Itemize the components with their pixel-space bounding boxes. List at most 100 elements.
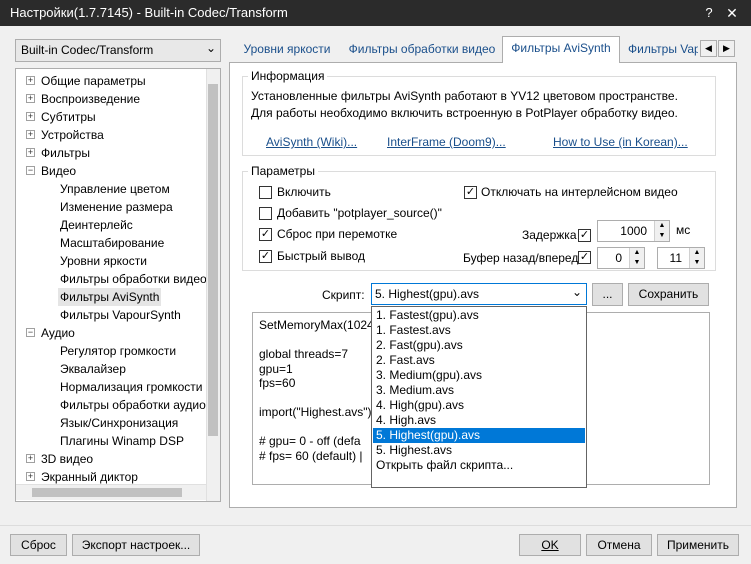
tree-item-label: Фильтры AviSynth (60, 290, 160, 304)
tree-item[interactable]: Нормализация громкости (58, 378, 204, 396)
cancel-button[interactable]: Отмена (586, 534, 652, 556)
tree-item[interactable]: Фильтры обработки аудио (58, 396, 208, 414)
tab-next-icon[interactable]: ▶ (718, 40, 735, 57)
spin-up-icon[interactable]: ▲ (630, 248, 644, 258)
collapse-icon[interactable]: − (26, 328, 35, 337)
reset-on-seek-checkbox[interactable]: ✓ (259, 228, 272, 241)
tree-item[interactable]: Видео (39, 162, 78, 180)
tree-vertical-scroll-thumb[interactable] (208, 84, 218, 436)
add-potplayer-source-label: Добавить "potplayer_source()" (277, 206, 442, 220)
tree-item[interactable]: Уровни яркости (58, 252, 149, 270)
tree-item[interactable]: Фильтры (39, 144, 92, 162)
tree-item[interactable]: Аудио (39, 324, 77, 342)
tree-item-label: Уровни яркости (60, 254, 147, 268)
how-to-use-link[interactable]: How to Use (in Korean)... (553, 135, 688, 149)
disable-interlaced-checkbox[interactable]: ✓ (464, 186, 477, 199)
enable-checkbox[interactable] (259, 186, 272, 199)
expand-icon[interactable]: + (26, 472, 35, 481)
buffer-back-spinner[interactable]: 0 ▲ ▼ (597, 247, 645, 269)
avisynth-wiki-link[interactable]: AviSynth (Wiki)... (266, 135, 357, 149)
settings-tree[interactable]: Общие параметры + Воспроизведение + Субтитры… (15, 68, 221, 502)
expand-icon[interactable]: + (26, 76, 35, 85)
collapse-icon[interactable]: − (26, 166, 35, 175)
delay-spinner[interactable]: 1000 ▲ ▼ (597, 220, 670, 242)
tree-item-label: Видео (41, 164, 77, 178)
footer-divider (0, 525, 751, 526)
tab-brightness-levels[interactable]: Уровни яркости (234, 38, 340, 62)
spin-up-icon[interactable]: ▲ (655, 221, 669, 231)
script-option[interactable]: 4. High(gpu).avs (373, 398, 585, 413)
tree-item-label: Воспроизведение (41, 92, 141, 106)
interframe-doom9-link[interactable]: InterFrame (Doom9)... (387, 135, 506, 149)
title-bar: Настройки(1.7.7145) - Built-in Codec/Tra… (0, 0, 751, 26)
script-option[interactable]: 1. Fastest.avs (373, 323, 585, 338)
tree-item[interactable]: Фильтры VapourSynth (58, 306, 183, 324)
script-option[interactable]: 3. Medium.avs (373, 383, 585, 398)
editor-line: # gpu= 0 - off (defa (259, 434, 361, 448)
export-settings-button[interactable]: Экспорт настроек... (72, 534, 200, 556)
tree-item[interactable]: Язык/Синхронизация (58, 414, 180, 432)
delay-label: Задержка (522, 228, 577, 242)
tree-item[interactable]: Устройства (39, 126, 106, 144)
editor-line: fps=60 (259, 376, 296, 390)
tree-item[interactable]: Общие параметры (39, 72, 148, 90)
disable-interlaced-label: Отключать на интерлейсном видео (481, 185, 678, 199)
buffer-checkbox[interactable]: ✓ (578, 251, 591, 264)
delay-checkbox[interactable]: ✓ (578, 229, 591, 242)
tree-item-label: Плагины Winamp DSP (60, 434, 184, 448)
script-dropdown-list[interactable]: 1. Fastest(gpu).avs 1. Fastest.avs 2. Fast… (371, 306, 587, 488)
spin-down-icon[interactable]: ▼ (655, 231, 669, 241)
tree-item[interactable]: Фильтры AviSynth (58, 288, 162, 306)
tree-item[interactable]: Эквалайзер (58, 360, 128, 378)
tab-avisynth-filters[interactable]: Фильтры AviSynth (502, 36, 620, 63)
save-script-button[interactable]: Сохранить (628, 283, 709, 306)
tree-item-label: Экранный диктор (41, 470, 138, 484)
fast-output-checkbox[interactable]: ✓ (259, 250, 272, 263)
script-select[interactable]: 5. Highest(gpu).avs ⌄ (371, 283, 587, 305)
tree-item[interactable]: Управление цветом (58, 180, 172, 198)
script-option[interactable]: 1. Fastest(gpu).avs (373, 308, 585, 323)
spin-up-icon[interactable]: ▲ (690, 248, 704, 258)
browse-script-button[interactable]: ... (592, 283, 623, 306)
expand-icon[interactable]: + (26, 94, 35, 103)
tree-item[interactable]: Регулятор громкости (58, 342, 178, 360)
script-option[interactable]: Открыть файл скрипта... (373, 458, 585, 473)
help-icon[interactable]: ? (700, 4, 718, 22)
tab-vapoursynth-filters[interactable]: Фильтры Vapo (622, 38, 698, 62)
tree-item-label: 3D видео (41, 452, 94, 466)
add-potplayer-source-checkbox[interactable] (259, 207, 272, 220)
expand-icon[interactable]: + (26, 130, 35, 139)
expand-icon[interactable]: + (26, 112, 35, 121)
tree-item[interactable]: Масштабирование (58, 234, 166, 252)
script-option[interactable]: 2. Fast(gpu).avs (373, 338, 585, 353)
spin-down-icon[interactable]: ▼ (690, 258, 704, 268)
tree-item[interactable]: Воспроизведение (39, 90, 142, 108)
script-option[interactable]: 5. Highest(gpu).avs (373, 428, 585, 443)
tree-item[interactable]: Субтитры (39, 108, 98, 126)
tree-item-label: Фильтры обработки аудио (60, 398, 206, 412)
tree-item[interactable]: Деинтерлейс (58, 216, 135, 234)
buffer-forward-spinner[interactable]: 11 ▲ ▼ (657, 247, 705, 269)
category-select[interactable]: Built-in Codec/Transform ⌄ (15, 39, 221, 62)
tab-prev-icon[interactable]: ◀ (700, 40, 717, 57)
ok-button[interactable]: OK (519, 534, 581, 556)
script-option[interactable]: 2. Fast.avs (373, 353, 585, 368)
apply-button[interactable]: Применить (657, 534, 739, 556)
info-line-1: Установленные фильтры AviSynth работают … (251, 89, 678, 103)
script-option[interactable]: 3. Medium(gpu).avs (373, 368, 585, 383)
tab-video-filters[interactable]: Фильтры обработки видео (342, 38, 502, 62)
expand-icon[interactable]: + (26, 454, 35, 463)
script-option[interactable]: 5. Highest.avs (373, 443, 585, 458)
close-icon[interactable]: ✕ (722, 4, 742, 22)
tree-horizontal-scroll-thumb[interactable] (32, 488, 182, 497)
reset-button[interactable]: Сброс (10, 534, 67, 556)
expand-icon[interactable]: + (26, 148, 35, 157)
tree-item[interactable]: Изменение размера (58, 198, 175, 216)
reset-on-seek-label: Сброс при перемотке (277, 227, 398, 241)
tree-item[interactable]: Фильтры обработки видео (58, 270, 209, 288)
window-title: Настройки(1.7.7145) - Built-in Codec/Tra… (10, 5, 288, 20)
tree-item[interactable]: Плагины Winamp DSP (58, 432, 186, 450)
script-option[interactable]: 4. High.avs (373, 413, 585, 428)
spin-down-icon[interactable]: ▼ (630, 258, 644, 268)
tree-item[interactable]: 3D видео (39, 450, 95, 468)
